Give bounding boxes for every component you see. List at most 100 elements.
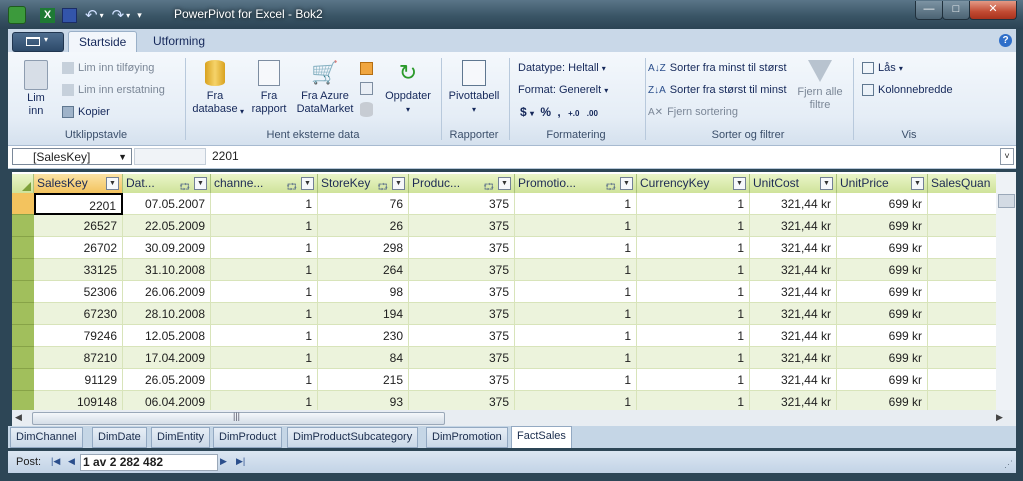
table-cell[interactable]: 699 kr — [837, 281, 928, 303]
first-record-icon[interactable]: |◀ — [51, 456, 60, 467]
format-dropdown[interactable]: Format: Generelt ▾ — [518, 84, 608, 96]
table-cell[interactable]: 1 — [515, 391, 637, 410]
decrease-decimal-icon[interactable]: .00 — [587, 109, 598, 118]
table-cell[interactable]: 1 — [515, 281, 637, 303]
table-cell[interactable]: 375 — [409, 259, 515, 281]
table-cell[interactable]: 33125 — [34, 259, 123, 281]
table-cell[interactable]: 93 — [318, 391, 409, 410]
table-cell[interactable]: 1 — [637, 369, 750, 391]
table-cell[interactable]: 17.04.2009 — [123, 347, 211, 369]
redo-icon[interactable]: ↷ — [112, 6, 125, 24]
table-cell[interactable]: 109148 — [34, 391, 123, 410]
table-cell[interactable]: 699 kr — [837, 391, 928, 410]
table-cell[interactable]: 699 kr — [837, 325, 928, 347]
row-selector[interactable] — [12, 303, 34, 325]
paste-button[interactable]: Lim inn — [22, 60, 50, 118]
row-selector[interactable] — [12, 281, 34, 303]
filter-dropdown-icon[interactable]: ▼ — [620, 177, 633, 190]
column-header-unitprice[interactable]: UnitPrice ▼ — [837, 174, 928, 193]
table-cell[interactable]: 26 — [318, 215, 409, 237]
customize-qat-icon[interactable]: ▾ — [137, 10, 142, 21]
table-cell[interactable]: 699 kr — [837, 369, 928, 391]
table-cell[interactable]: 699 kr — [837, 193, 928, 215]
clear-sort-button[interactable]: A✕ Fjern sortering — [648, 106, 738, 118]
resize-grip-icon[interactable]: ⋰ — [1004, 459, 1013, 470]
formula-input[interactable]: 2201 — [212, 148, 239, 165]
paste-append-button[interactable]: Lim inn tilføying — [62, 62, 154, 75]
table-cell[interactable]: 375 — [409, 281, 515, 303]
table-cell[interactable]: 321,44 kr — [750, 259, 837, 281]
clear-all-filters-button[interactable]: Fjern alle filtre — [794, 60, 846, 112]
table-cell[interactable]: 699 kr — [837, 237, 928, 259]
table-cell[interactable]: 1 — [515, 369, 637, 391]
table-cell[interactable]: 375 — [409, 347, 515, 369]
table-cell[interactable]: 298 — [318, 237, 409, 259]
row-selector[interactable] — [12, 215, 34, 237]
last-record-icon[interactable]: ▶| — [236, 456, 245, 467]
table-cell[interactable]: 2201 — [34, 193, 123, 215]
table-cell[interactable]: 321,44 kr — [750, 281, 837, 303]
undo-dropdown-icon[interactable]: ▾ — [100, 11, 104, 20]
table-cell[interactable]: 375 — [409, 237, 515, 259]
table-cell[interactable]: 06.04.2009 — [123, 391, 211, 410]
table-cell[interactable]: 321,44 kr — [750, 325, 837, 347]
row-selector[interactable] — [12, 259, 34, 281]
table-cell[interactable]: 375 — [409, 391, 515, 410]
tab-startside[interactable]: Startside — [68, 31, 138, 53]
table-cell[interactable]: 1 — [211, 369, 318, 391]
column-header-promotion[interactable]: Promotio... ⮔ ▼ — [515, 174, 637, 193]
sheet-tab-dimproductsubcategory[interactable]: DimProductSubcategory — [287, 427, 419, 448]
row-selector[interactable] — [12, 347, 34, 369]
redo-dropdown-icon[interactable]: ▾ — [126, 11, 130, 20]
undo-icon[interactable]: ↶ — [85, 6, 98, 24]
row-selector[interactable] — [12, 325, 34, 347]
table-cell[interactable]: 26.06.2009 — [123, 281, 211, 303]
table-cell[interactable]: 1 — [211, 303, 318, 325]
row-selector[interactable] — [12, 369, 34, 391]
table-cell[interactable]: 52306 — [34, 281, 123, 303]
horizontal-scrollbar[interactable]: ◀ ||| ▶ — [12, 410, 1016, 426]
table-cell[interactable]: 321,44 kr — [750, 369, 837, 391]
table-cell[interactable]: 28.10.2008 — [123, 303, 211, 325]
table-cell[interactable]: 321,44 kr — [750, 391, 837, 410]
filter-dropdown-icon[interactable]: ▼ — [911, 177, 924, 190]
table-cell[interactable]: 375 — [409, 369, 515, 391]
filter-dropdown-icon[interactable]: ▼ — [733, 177, 746, 190]
excel-icon[interactable]: X — [40, 7, 55, 23]
minimize-button[interactable]: — — [915, 1, 943, 20]
next-record-icon[interactable]: ▶ — [220, 456, 227, 467]
table-cell[interactable]: 699 kr — [837, 303, 928, 325]
table-cell[interactable]: 1 — [211, 259, 318, 281]
table-cell[interactable]: 67230 — [34, 303, 123, 325]
table-cell[interactable]: 1 — [637, 303, 750, 325]
table-cell[interactable]: 1 — [211, 391, 318, 410]
filter-dropdown-icon[interactable]: ▼ — [498, 177, 511, 190]
table-cell[interactable]: 1 — [515, 325, 637, 347]
sort-descending-button[interactable]: Z↓A Sorter fra størst til minst — [648, 84, 787, 96]
table-cell[interactable]: 1 — [637, 215, 750, 237]
table-cell[interactable]: 1 — [637, 391, 750, 410]
filter-dropdown-icon[interactable]: ▼ — [301, 177, 314, 190]
table-cell[interactable]: 79246 — [34, 325, 123, 347]
table-cell[interactable]: 699 kr — [837, 347, 928, 369]
freeze-dropdown[interactable]: Lås ▾ — [862, 62, 903, 75]
scroll-left-icon[interactable]: ◀ — [15, 412, 22, 423]
table-cell[interactable]: 12.05.2008 — [123, 325, 211, 347]
sheet-tab-dimentity[interactable]: DimEntity — [151, 427, 211, 448]
column-header-storekey[interactable]: StoreKey ⮔ ▼ — [318, 174, 409, 193]
table-cell[interactable]: 26.05.2009 — [123, 369, 211, 391]
from-report-button[interactable]: Fra rapport — [248, 60, 290, 116]
filter-dropdown-icon[interactable]: ▼ — [392, 177, 405, 190]
table-cell[interactable]: 30.09.2009 — [123, 237, 211, 259]
help-icon[interactable]: ? — [999, 34, 1012, 47]
increase-decimal-icon[interactable]: +.0 — [568, 109, 579, 118]
table-cell[interactable]: 1 — [211, 347, 318, 369]
table-cell[interactable]: 1 — [211, 325, 318, 347]
table-cell[interactable]: 87210 — [34, 347, 123, 369]
table-cell[interactable]: 375 — [409, 193, 515, 215]
table-cell[interactable]: 321,44 kr — [750, 347, 837, 369]
table-cell[interactable]: 76 — [318, 193, 409, 215]
existing-connections-icon[interactable] — [360, 62, 373, 75]
percent-icon[interactable]: % — [540, 105, 551, 119]
prev-record-icon[interactable]: ◀ — [68, 456, 75, 467]
